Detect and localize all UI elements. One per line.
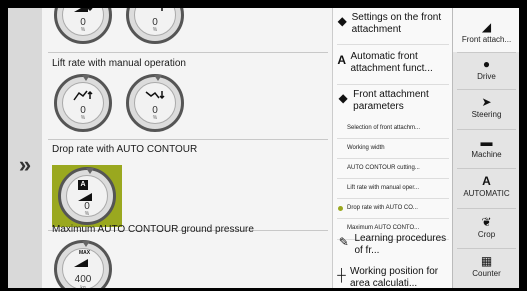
gauge-value: 400 bbox=[74, 274, 92, 285]
learning-procedures-icon: ✎ bbox=[338, 235, 349, 249]
gauge-ground-pressure[interactable]: MAX 400 kg bbox=[54, 240, 112, 288]
settings-front-attachment-icon: ◆ bbox=[337, 14, 347, 28]
divider bbox=[457, 89, 516, 90]
gauge-unit: % bbox=[80, 115, 86, 121]
row-label-ground-pressure: Maximum AUTO CONTOUR ground pressure bbox=[52, 224, 254, 235]
divider bbox=[337, 44, 449, 45]
steering-icon: ➤ bbox=[481, 95, 492, 109]
divider bbox=[48, 52, 328, 53]
crop-icon: ❦ bbox=[481, 215, 492, 229]
gauge-lift-up[interactable]: 0 % bbox=[126, 8, 184, 44]
submenu-item[interactable]: Selection of front attachm... bbox=[347, 125, 420, 131]
nav-front-attachment[interactable]: ◢ Front attach... bbox=[453, 20, 519, 44]
divider bbox=[48, 139, 328, 140]
divider bbox=[337, 158, 449, 159]
submenu-item-active[interactable]: Drop rate with AUTO CO... bbox=[347, 205, 418, 211]
submenu-item[interactable]: Lift rate with manual oper... bbox=[347, 185, 419, 191]
lower-icon bbox=[145, 91, 165, 100]
expand-button[interactable]: » bbox=[8, 148, 42, 182]
left-strip: » bbox=[8, 8, 42, 288]
divider bbox=[337, 84, 449, 85]
submenu-item[interactable]: Working width bbox=[347, 145, 385, 151]
drive-icon: ● bbox=[482, 57, 491, 71]
lift-down-icon bbox=[74, 8, 93, 12]
gauge-unit: % bbox=[152, 115, 158, 121]
divider bbox=[457, 168, 516, 169]
nav-counter[interactable]: ▦ Counter bbox=[453, 254, 519, 278]
menu-item-learning[interactable]: ✎ Learning procedures of fr... bbox=[333, 233, 453, 257]
submenu-item[interactable]: Maximum AUTO CONTO... bbox=[347, 225, 419, 231]
divider bbox=[337, 198, 449, 199]
submenu-panel: ◆ Settings on the front attachment A Aut… bbox=[332, 8, 453, 288]
nav-steering[interactable]: ➤ Steering bbox=[453, 95, 519, 119]
menu-item-settings[interactable]: ◆ Settings on the front attachment bbox=[333, 12, 453, 36]
ground-pressure-icon bbox=[74, 259, 88, 267]
machine-icon: ▬ bbox=[480, 135, 493, 149]
auto-badge-icon: A bbox=[78, 180, 88, 190]
nav-drive[interactable]: ● Drive bbox=[453, 57, 519, 81]
automatic-icon: A bbox=[482, 174, 491, 188]
gauge-unit: % bbox=[84, 211, 90, 217]
lift-up-icon bbox=[154, 8, 163, 11]
divider bbox=[457, 129, 516, 130]
automatic-front-icon: A bbox=[337, 53, 347, 67]
counter-icon: ▦ bbox=[480, 254, 493, 268]
double-chevron-right-icon: » bbox=[18, 152, 32, 177]
submenu-item[interactable]: AUTO CONTOUR cutting... bbox=[347, 165, 420, 171]
gauge-unit: kg bbox=[80, 285, 86, 288]
gauge-unit: % bbox=[152, 27, 158, 33]
working-position-icon: ┼ bbox=[337, 268, 346, 282]
divider bbox=[457, 208, 516, 209]
divider bbox=[337, 178, 449, 179]
menu-item-parameters[interactable]: ◆ Front attachment parameters bbox=[333, 89, 453, 113]
row-label-lift-rate: Lift rate with manual operation bbox=[52, 58, 186, 69]
settings-screen: » 0 % 0 % Lift rate with manual operatio… bbox=[8, 8, 519, 288]
front-attachment-parameters-icon: ◆ bbox=[338, 91, 348, 105]
nav-crop[interactable]: ❦ Crop bbox=[453, 215, 519, 239]
divider bbox=[457, 248, 516, 249]
active-dot-icon bbox=[338, 206, 343, 211]
row-label-drop-rate: Drop rate with AUTO CONTOUR bbox=[52, 144, 198, 155]
gauge-auto-contour-drop[interactable]: A 0 % bbox=[58, 167, 116, 225]
gauge-raise[interactable]: 0 % bbox=[54, 74, 112, 132]
front-attachment-icon: ◢ bbox=[481, 20, 492, 34]
nav-automatic[interactable]: A AUTOMATIC bbox=[453, 174, 519, 198]
menu-item-working-position[interactable]: ┼ Working position for area calculati... bbox=[333, 266, 453, 288]
menu-item-automatic[interactable]: A Automatic front attachment funct... bbox=[333, 51, 453, 75]
category-nav: ◢ Front attach... ● Drive ➤ Steering ▬ M… bbox=[452, 8, 519, 288]
gauge-unit: % bbox=[80, 27, 86, 33]
divider bbox=[337, 138, 449, 139]
gauge-lower[interactable]: 0 % bbox=[126, 74, 184, 132]
raise-icon bbox=[73, 90, 93, 101]
nav-machine[interactable]: ▬ Machine bbox=[453, 135, 519, 159]
gauge-lift-down[interactable]: 0 % bbox=[54, 8, 112, 44]
selected-parameter-tile[interactable]: A 0 % bbox=[52, 165, 122, 227]
divider bbox=[457, 52, 516, 53]
parameter-panel: 0 % 0 % Lift rate with manual operation … bbox=[42, 8, 332, 288]
divider bbox=[337, 218, 449, 219]
